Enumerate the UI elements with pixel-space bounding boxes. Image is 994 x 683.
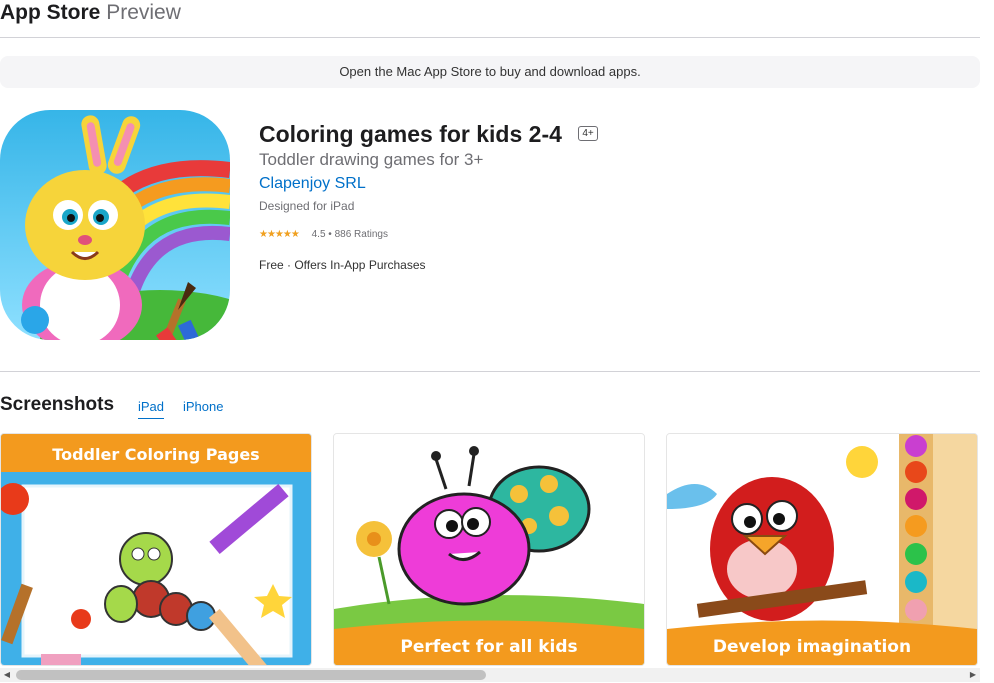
scrollbar-thumb[interactable] bbox=[16, 670, 486, 680]
scroll-left-arrow-icon[interactable]: ◀ bbox=[0, 668, 14, 682]
screenshot-1-caption: Toddler Coloring Pages bbox=[52, 445, 259, 464]
screenshot-3[interactable]: Develop imagination bbox=[666, 433, 978, 666]
screenshot-2-caption: Perfect for all kids bbox=[400, 637, 577, 657]
app-title: Coloring games for kids 2-4 bbox=[259, 121, 562, 147]
screenshot-1[interactable]: Toddler Coloring Pages bbox=[0, 433, 312, 666]
tab-ipad[interactable]: iPad bbox=[138, 399, 165, 419]
app-icon bbox=[0, 110, 230, 340]
screenshots-heading: Screenshots bbox=[0, 394, 115, 415]
app-title-row: Coloring games for kids 2-4 4+ bbox=[259, 121, 598, 148]
screenshot-2[interactable]: Perfect for all kids bbox=[333, 433, 645, 666]
app-store-logo[interactable]: App Store Preview bbox=[0, 1, 181, 25]
mac-app-store-banner[interactable]: Open the Mac App Store to buy and downlo… bbox=[0, 56, 980, 88]
screenshot-2-artwork: Perfect for all kids bbox=[334, 434, 644, 665]
screenshot-3-artwork: Develop imagination bbox=[667, 434, 977, 665]
age-rating-badge: 4+ bbox=[578, 126, 598, 141]
brand-title: App Store bbox=[0, 1, 101, 24]
screenshot-1-artwork: Toddler Coloring Pages bbox=[1, 434, 311, 665]
scroll-right-arrow-icon[interactable]: ▶ bbox=[966, 668, 980, 682]
app-subtitle: Toddler drawing games for 3+ bbox=[259, 150, 484, 169]
rating-row: ★★★★★ 4.5 • 886 Ratings bbox=[259, 229, 388, 240]
tab-iphone[interactable]: iPhone bbox=[183, 399, 223, 414]
screenshot-3-caption: Develop imagination bbox=[713, 637, 911, 657]
section-divider bbox=[0, 371, 980, 372]
designed-for-label: Designed for iPad bbox=[259, 199, 355, 213]
app-icon-artwork bbox=[0, 110, 230, 340]
star-rating-icon: ★★★★★ bbox=[259, 229, 300, 240]
brand-suffix: Preview bbox=[106, 1, 181, 24]
developer-link[interactable]: Clapenjoy SRL bbox=[259, 175, 366, 193]
rating-count: 4.5 • 886 Ratings bbox=[311, 229, 388, 240]
price-label: Free · Offers In-App Purchases bbox=[259, 258, 426, 272]
page-header: App Store Preview bbox=[0, 0, 980, 38]
horizontal-scrollbar[interactable]: ◀ ▶ bbox=[0, 668, 980, 682]
